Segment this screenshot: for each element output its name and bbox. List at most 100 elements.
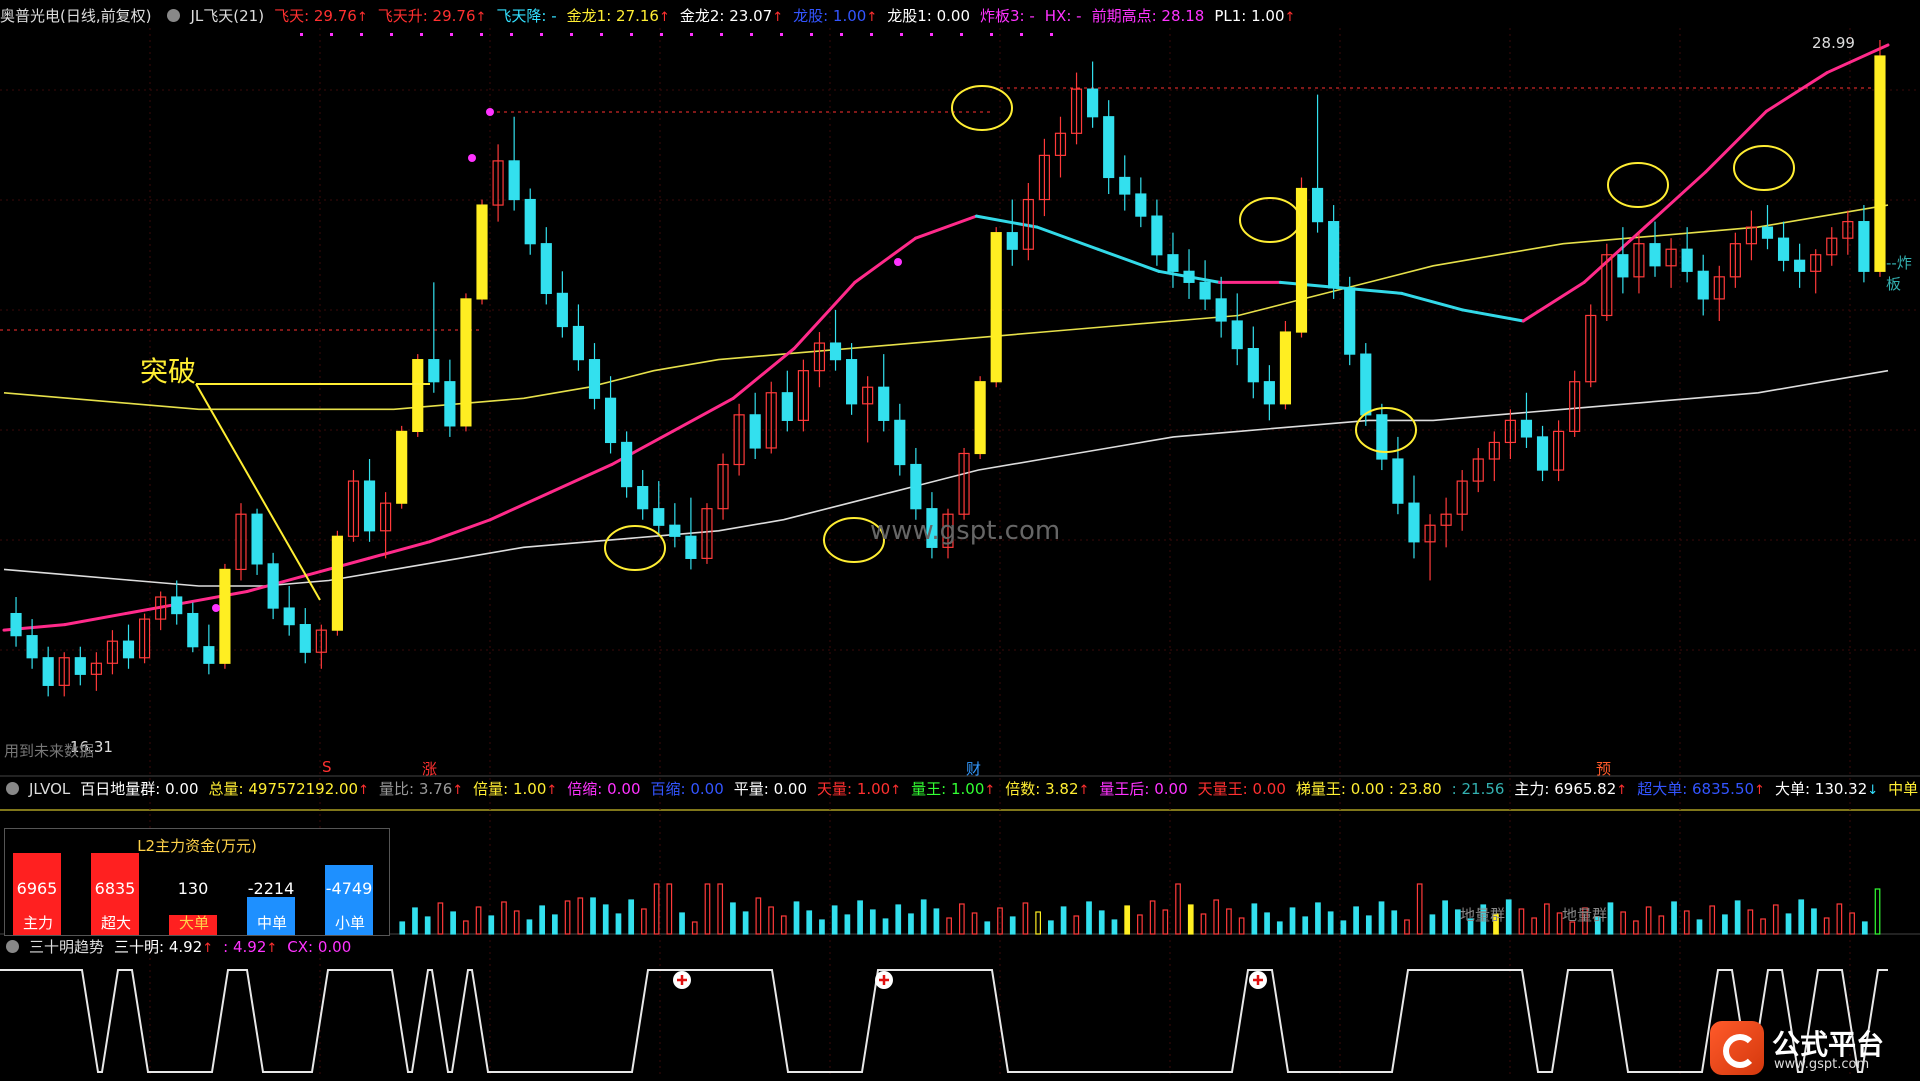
volume-bar [1798,899,1805,935]
volume-bar [1442,900,1448,935]
volume-bar [539,905,545,935]
candle-body [621,441,633,488]
volume-item-arrow-2: ↑ [452,783,464,798]
candle-body [1360,353,1372,416]
feitian-line-seg [792,280,857,351]
volume-bar [602,904,609,935]
volume-bar [615,913,622,935]
volume-bar [1048,920,1054,935]
volume-bar [1734,900,1741,935]
candle-body [1183,270,1195,283]
candle-body [267,563,279,609]
candle-body [42,657,54,686]
trend-item-0: 三十明: 4.92 [114,938,203,956]
volume-bar [857,900,863,935]
volume-bar [958,903,965,935]
volume-bar [1709,905,1716,935]
volume-item-arrow-14: ↑ [1616,783,1628,798]
ma-yellow-line [3,204,1889,411]
candle-body [588,359,601,399]
trend-item-1: : 4.92 [223,938,267,956]
trend-indicator-name[interactable]: 三十明趋势 [29,938,104,956]
marker-cai: 财 [966,760,982,778]
feitian-line-seg [610,429,675,467]
l2-label-4: 小单 [334,914,365,932]
watermark: www.gspt.com [870,516,1061,546]
volume-indicator-name[interactable]: JLVOL [29,780,70,798]
header-dot [780,33,783,36]
candle-body [1006,232,1018,250]
indicator-toggle-icon[interactable] [167,9,181,22]
volume-item-arrow-15: ↑ [1754,783,1765,798]
l2-label-1: 超大 [100,914,131,932]
header-item-arrow-5: ↑ [866,10,878,25]
candle-body [1520,419,1533,438]
candle-body [1215,298,1227,322]
header-item-6: 龙股1: 0.00 [887,7,970,25]
header-dot [840,33,843,36]
header-dot [930,33,933,36]
candle-body [749,414,761,449]
header-dot [480,33,483,36]
volume-bar [1518,908,1525,935]
volume-toggle-icon[interactable] [6,782,19,795]
volume-bar [1149,900,1156,935]
volume-item-8: 量王: 1.00 [911,780,985,798]
header-item-arrow-10: ↑ [1284,10,1296,25]
trend-line [0,969,1888,1073]
trend-item-arrow-1: ↑ [266,941,278,956]
l2-value-0: 6965 [16,879,58,898]
header-item-8: HX: - [1044,7,1082,25]
volume-item-17: 中单 [1888,780,1919,798]
feitian-line-seg [1035,225,1100,251]
volume-bar [780,915,787,935]
feitian-line-seg [853,236,918,284]
feitian-line-seg [914,214,978,240]
trend-item-arrow-0: ↑ [202,941,214,956]
volume-item-16: 大单: 130.32 [1774,780,1868,798]
candle-body [829,342,842,361]
volume-bar [399,921,406,935]
l2-label-2: 大单 [178,914,209,932]
candle-body [171,596,183,615]
volume-item-12: 梯量王: 0.00 : 23.80 [1295,780,1442,798]
candle-body [1087,88,1099,118]
l2-value-3: -2214 [247,879,295,898]
volume-bar [666,883,673,935]
volume-bar [1696,919,1703,935]
candle-body [1681,248,1693,272]
feitian-line-seg [367,540,431,560]
header-dot [570,33,573,36]
trend-header: 三十明趋势 三十明: 4.92↑: 4.92↑ CX: 0.00 [0,936,371,958]
volume-bar [717,883,724,935]
volume-item-arrow-9: ↑ [1078,783,1090,798]
volume-bar [869,909,876,935]
header-dot [870,33,873,36]
candle-body [460,298,472,427]
volume-bar [412,907,418,935]
volume-bar [1264,912,1270,935]
header-dot [630,33,633,36]
volume-item-3: 倍量: 1.00 [473,780,547,798]
candle-body [878,386,890,421]
gspt-logo: 公式平台 www.gspt.com [1710,1021,1910,1075]
header-dot [690,33,693,36]
volume-bar [793,901,800,935]
ma-white-line [3,369,1889,587]
future-data-note: 用到未来数据 [4,742,95,760]
l2-label-3: 中单 [256,914,287,932]
candle-body [1167,254,1179,272]
header-dot [900,33,903,36]
zhaban-label: --炸板 [1886,254,1912,293]
volume-bar [1416,883,1423,935]
indicator-name[interactable]: JL飞天(21) [190,7,264,25]
volume-bar [742,911,749,935]
trend-toggle-icon[interactable] [6,940,19,953]
header-dot [300,33,303,36]
candle-body [283,607,295,626]
candle-body [1103,116,1115,179]
volume-bar [1073,915,1080,935]
breakout-pointer-d [195,383,321,601]
stock-title[interactable]: 奥普光电(日线,前复权) [0,7,151,25]
feitian-line-seg [63,612,128,627]
